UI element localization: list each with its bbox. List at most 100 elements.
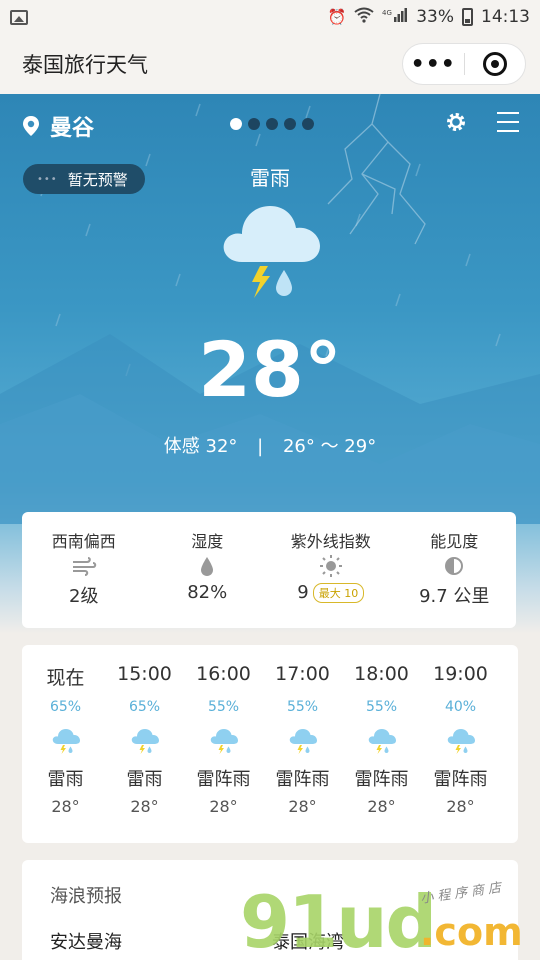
humidity-value: 82% [187, 582, 228, 603]
wave-forecast-card: 海浪预报 安达曼海 泰国海湾 [22, 860, 518, 960]
target-icon [482, 52, 507, 76]
hour-item: 15:00 65% 雷雨 28° [105, 663, 184, 816]
page-dot[interactable] [302, 118, 314, 130]
hour-precip: 65% [49, 699, 82, 715]
close-mini-program-button[interactable] [464, 52, 525, 76]
hour-temp: 28° [367, 797, 396, 816]
uv-max-badge: 最大 10 [312, 582, 365, 603]
current-temperature: 28° [198, 325, 342, 414]
status-left [10, 9, 328, 25]
feels-like: 体感 32° [163, 436, 238, 457]
thunderstorm-icon [220, 200, 324, 304]
hour-time: 17:00 [275, 663, 330, 685]
hour-condition: 雷阵雨 [433, 769, 488, 790]
signal-icon: 4G [382, 7, 408, 27]
hour-temp [500, 791, 518, 797]
hour-time: 18:00 [354, 663, 409, 685]
page-dot[interactable] [266, 118, 278, 130]
hour-time: 19:00 [433, 663, 488, 685]
wave-place-gulf[interactable]: 泰国海湾 [272, 928, 344, 954]
hour-time: 现在 [46, 667, 85, 689]
hourly-forecast-card[interactable]: 现在 65% 雷雨 28° 15:00 65% 雷雨 28° 16:00 55%… [22, 645, 518, 843]
city-name: 曼谷 [50, 116, 95, 141]
hour-time: 16:00 [196, 663, 251, 685]
page-dot[interactable] [248, 118, 260, 130]
status-bar: ⏰ 4G 33% 14:13 [0, 0, 540, 34]
hour-precip: 55% [365, 699, 398, 715]
hour-icon-placeholder [500, 721, 518, 761]
visibility-value: 9.7 公里 [419, 586, 490, 607]
thunderstorm-icon [26, 721, 105, 761]
more-button[interactable]: ••• [403, 52, 464, 77]
battery-percent: 33% [416, 7, 454, 27]
detail-humidity: 湿度 82% [146, 512, 270, 628]
hour-time: 2 [500, 663, 518, 693]
thunderstorm-icon [263, 721, 342, 761]
alarm-icon: ⏰ [327, 8, 347, 26]
menu-line [497, 130, 519, 132]
clock: 14:13 [481, 7, 530, 27]
wind-direction: 西南偏西 [51, 532, 116, 551]
wind-level: 2级 [69, 586, 99, 607]
thunderstorm-icon [105, 721, 184, 761]
humidity-label: 湿度 [191, 532, 224, 551]
hour-condition: 雷雨 [126, 769, 163, 790]
wave-place-andaman[interactable]: 安达曼海 [50, 928, 122, 954]
hour-item: 现在 65% 雷雨 28° [26, 663, 105, 816]
detail-wind: 西南偏西 2级 [22, 512, 146, 628]
hour-precip: 40% [444, 699, 477, 715]
hour-item: 18:00 55% 雷阵雨 28° [342, 663, 421, 816]
wind-icon [22, 550, 146, 582]
hour-temp: 28° [209, 797, 238, 816]
hour-condition: 雷 [500, 761, 518, 791]
status-right: ⏰ 4G 33% 14:13 [328, 7, 530, 27]
wifi-icon [354, 7, 374, 27]
hour-condition: 雷雨 [47, 769, 84, 790]
hour-precip: 55% [207, 699, 240, 715]
menu-line [497, 112, 519, 114]
wave-heading: 海浪预报 [50, 886, 122, 907]
menu-button[interactable] [497, 112, 519, 139]
capsule-menu: ••• [402, 43, 526, 85]
hour-item: 17:00 55% 雷阵雨 28° [263, 663, 342, 816]
hour-temp: 28° [288, 797, 317, 816]
hour-temp: 28° [130, 797, 159, 816]
temperature-summary: 体感 32° | 26° ～ 29° [0, 432, 540, 458]
hour-item: 19:00 40% 雷阵雨 28° [421, 663, 500, 816]
page-dot[interactable] [230, 118, 242, 130]
detail-visibility: 能见度 9.7 公里 [393, 512, 517, 628]
battery-icon [462, 8, 473, 26]
hourly-list[interactable]: 现在 65% 雷雨 28° 15:00 65% 雷雨 28° 16:00 55%… [26, 663, 518, 816]
temperature-range: 26° ～ 29° [282, 436, 377, 457]
thunderstorm-icon [342, 721, 421, 761]
hour-temp: 28° [446, 797, 475, 816]
hour-condition: 雷阵雨 [196, 769, 251, 790]
hour-precip [500, 693, 518, 721]
summary-divider: | [257, 436, 264, 457]
hour-item: 16:00 55% 雷阵雨 28° [184, 663, 263, 816]
hour-item: 2 雷 [500, 663, 518, 816]
details-card: 西南偏西 2级 湿度 82% 紫外线指数 9 最大 10 能见度 9.7 公里 [22, 512, 516, 628]
uv-label: 紫外线指数 [290, 532, 371, 551]
gallery-icon [10, 9, 28, 25]
settings-button[interactable] [444, 110, 468, 138]
thunderstorm-icon [184, 721, 263, 761]
location[interactable]: 曼谷 [22, 110, 94, 142]
location-pin-icon [23, 116, 39, 136]
page-dot[interactable] [284, 118, 296, 130]
gear-icon [447, 113, 465, 131]
hour-precip: 55% [286, 699, 319, 715]
detail-uv: 紫外线指数 9 最大 10 [269, 512, 393, 628]
droplet-icon [146, 550, 270, 582]
thunderstorm-icon [421, 721, 500, 761]
hour-temp: 28° [51, 797, 80, 816]
hour-time: 15:00 [117, 663, 172, 685]
weather-condition: 雷雨 [250, 166, 290, 190]
hour-precip: 65% [128, 699, 161, 715]
hour-condition: 雷阵雨 [354, 769, 409, 790]
sun-icon [269, 550, 393, 582]
visibility-label: 能见度 [430, 532, 479, 551]
menu-line [497, 121, 519, 123]
hour-condition: 雷阵雨 [275, 769, 330, 790]
city-page-dots[interactable] [230, 118, 314, 130]
